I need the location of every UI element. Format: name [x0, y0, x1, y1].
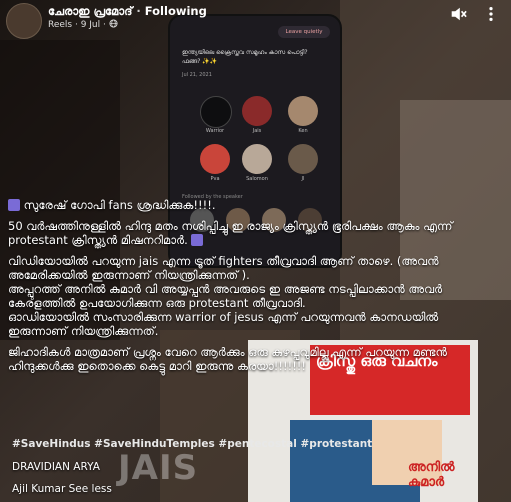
speaker-label: Pva [210, 176, 220, 182]
globe-icon [109, 19, 118, 28]
hashtags[interactable]: #SaveHindus #SaveHinduTemples #pentecost… [12, 438, 372, 450]
speaker-avatar [242, 144, 272, 174]
room-question: ഇന്ത്യയിലെ ക്രൈസ്തവ സമൂഹം കാസ പൊട്ടി? ഫങ… [182, 49, 308, 65]
caption-line-2: 50 വർഷത്തിനുള്ളിൽ ഹിന്ദു മതം നശിപ്പിച്ചു… [8, 219, 500, 247]
room-date: Jul 21, 2021 [182, 72, 212, 78]
poster-name: അനിൽ കുമാർ [408, 460, 455, 490]
speaker-label: Warrior [205, 128, 225, 134]
mute-icon[interactable] [449, 5, 467, 23]
jais-overlay-text: JAIS [118, 448, 199, 488]
author-name-text[interactable]: ചേരാഇ പ്രമോദ് [48, 4, 132, 18]
see-less-link[interactable]: Ajil Kumar See less [12, 482, 112, 496]
speaker-label: Salomon [246, 176, 268, 182]
post-meta-text: Reels · 9 Jul · [48, 20, 106, 30]
separator: · [136, 4, 145, 18]
group-name[interactable]: DRAVIDIAN ARYA [12, 460, 100, 474]
speaker-label: JI [301, 176, 305, 182]
caption-line-4: അപ്പുറത്ത് അനിൽ കുമാർ വി അയ്യപ്പൻ അവരുടെ… [8, 282, 443, 310]
cross-icon [8, 199, 20, 211]
post-meta: Reels · 9 Jul · [48, 19, 118, 30]
speaker-avatar [288, 96, 318, 126]
caption-line-5: ഓഡിയോയിൽ സംസാരിക്കുന്ന warrior of jesus … [8, 310, 439, 338]
caption-line-2-text: 50 വർഷത്തിനുള്ളിൽ ഹിന്ദു മതം നശിപ്പിച്ചു… [8, 219, 453, 247]
speaker-avatar [200, 144, 230, 174]
following-label[interactable]: Following [145, 4, 207, 18]
author-avatar[interactable] [6, 3, 42, 39]
cross-icon [191, 234, 204, 246]
caption-line-3: വിഡിയോയിൽ പറയുന്ന jais എന്ന ട്രൂത് fight… [8, 254, 439, 282]
speaker-avatar [242, 96, 272, 126]
speaker-label: Ken [298, 128, 308, 134]
caption-line-6: ജിഹാദികൾ മാത്രമാണ് പ്രശ്നം വേറെ ആർക്കും … [8, 345, 447, 373]
speaker-avatar [288, 144, 318, 174]
caption-line-1: സുരേഷ് ഗോപി fans ശ്രദ്ധിക്കുക!!!!. [8, 198, 500, 212]
caption-line-1-text: സുരേഷ് ഗോപി fans ശ്രദ്ധിക്കുക!!!!. [23, 198, 216, 212]
author-name[interactable]: ചേരാഇ പ്രമോദ് · Following [48, 4, 207, 19]
leave-button: Leave quietly [278, 26, 330, 38]
speaker-label: Jais [252, 128, 262, 134]
more-icon[interactable] [482, 5, 500, 23]
speaker-avatar [200, 96, 232, 128]
caption: സുരേഷ് ഗോപി fans ശ്രദ്ധിക്കുക!!!!. 50 വർ… [8, 198, 500, 373]
